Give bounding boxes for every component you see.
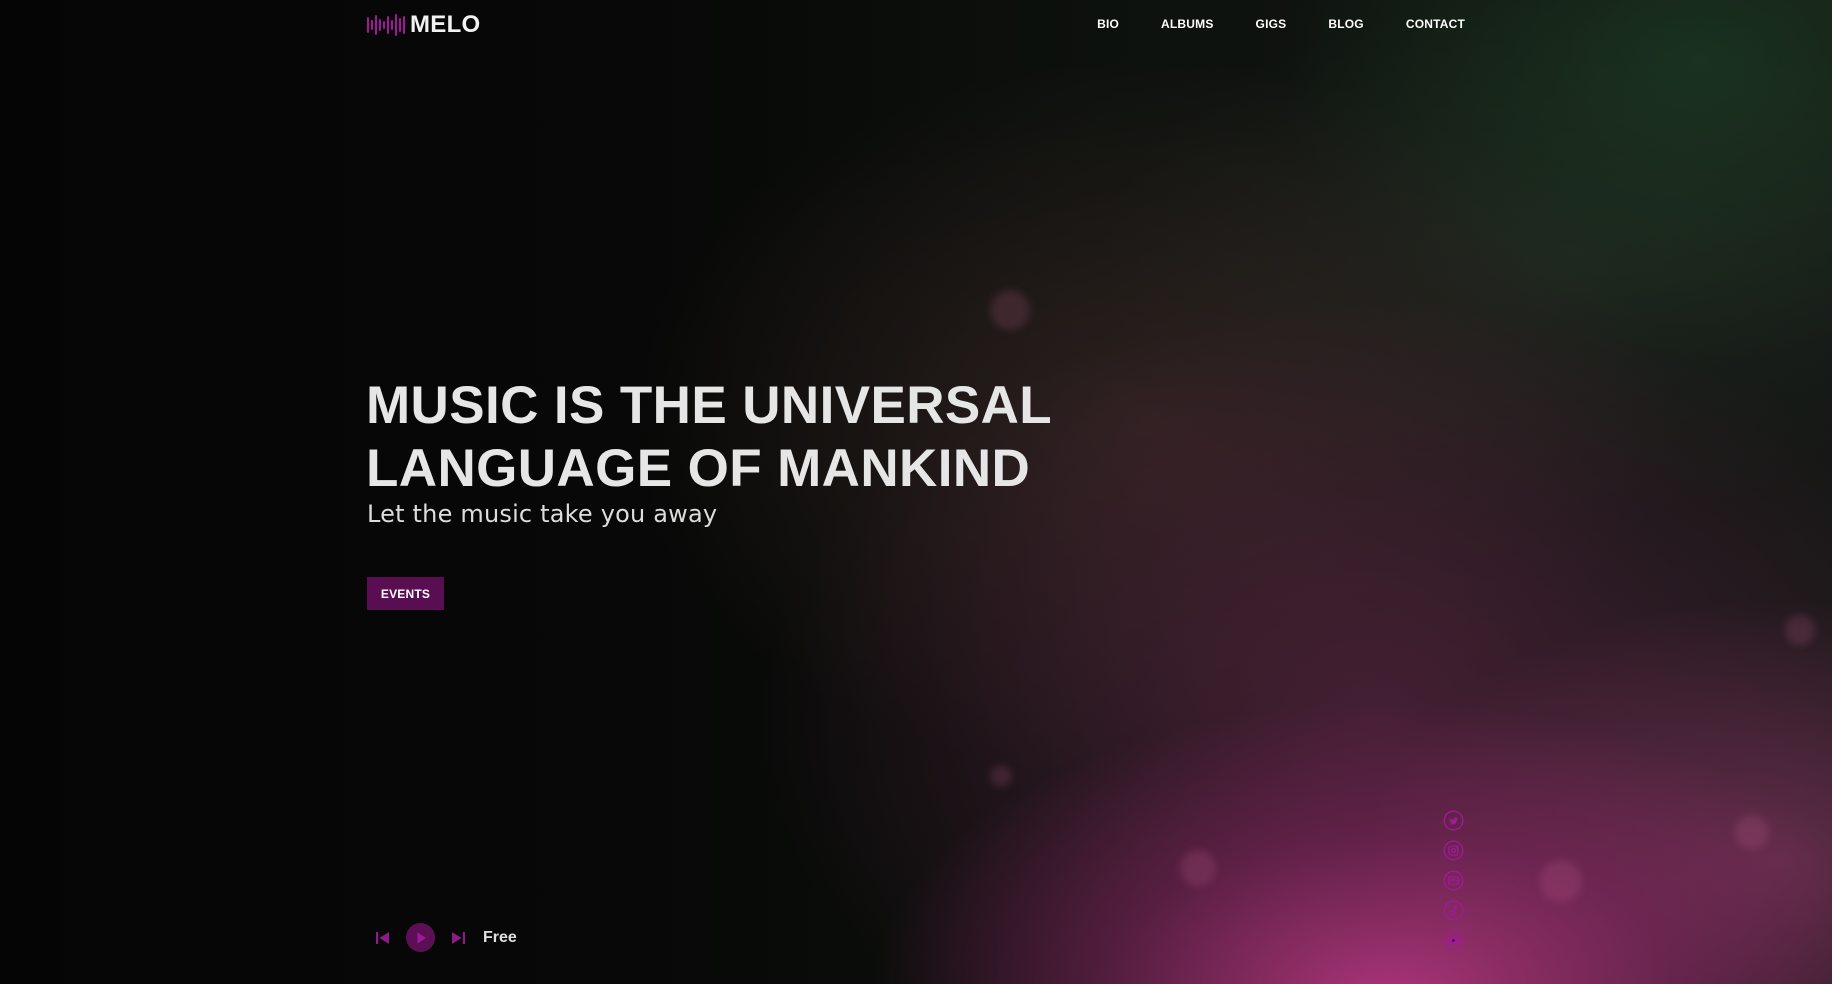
soundwave-icon xyxy=(367,14,405,36)
main-nav: BIO ALBUMS GIGS BLOG CONTACT xyxy=(1097,17,1465,31)
bokeh-light xyxy=(1785,615,1815,645)
tiktok-icon xyxy=(1443,900,1464,921)
hero-title-line: LANGUAGE OF MANKIND xyxy=(366,439,1031,498)
youtube-icon xyxy=(1443,930,1464,951)
site-logo[interactable]: MELO xyxy=(366,10,481,40)
youtube-link[interactable] xyxy=(1443,930,1464,951)
mixcloud-link[interactable] xyxy=(1443,870,1464,891)
hero-title-line: MUSIC IS THE UNIVERSAL xyxy=(366,376,1053,435)
skip-previous-button[interactable] xyxy=(372,924,394,952)
events-button[interactable]: EVENTS xyxy=(367,577,444,610)
mixcloud-icon xyxy=(1443,870,1464,891)
twitter-icon xyxy=(1443,810,1464,831)
bokeh-light xyxy=(1735,815,1769,849)
bokeh-light xyxy=(1180,850,1216,886)
instagram-icon xyxy=(1443,840,1464,861)
hero-subtitle: Let the music take you away xyxy=(367,500,718,528)
nav-item-blog[interactable]: BLOG xyxy=(1328,17,1363,31)
nav-item-albums[interactable]: ALBUMS xyxy=(1161,17,1214,31)
hero-title: MUSIC IS THE UNIVERSAL LANGUAGE OF MANKI… xyxy=(366,374,1086,500)
brand-name: MELO xyxy=(410,11,481,38)
tiktok-link[interactable] xyxy=(1443,900,1464,921)
instagram-link[interactable] xyxy=(1443,840,1464,861)
skip-next-icon xyxy=(452,931,465,944)
play-button[interactable] xyxy=(406,923,435,952)
social-links xyxy=(1443,810,1464,951)
skip-next-button[interactable] xyxy=(447,924,469,952)
bokeh-light xyxy=(1540,860,1582,902)
play-icon xyxy=(417,932,426,943)
bokeh-light xyxy=(990,290,1030,330)
nav-item-bio[interactable]: BIO xyxy=(1097,17,1119,31)
track-title: Free xyxy=(483,928,517,946)
music-player: Free xyxy=(372,923,517,952)
nav-item-gigs[interactable]: GIGS xyxy=(1256,17,1287,31)
skip-previous-icon xyxy=(376,931,389,944)
nav-item-contact[interactable]: CONTACT xyxy=(1406,17,1465,31)
twitter-link[interactable] xyxy=(1443,810,1464,831)
bokeh-light xyxy=(990,765,1012,787)
